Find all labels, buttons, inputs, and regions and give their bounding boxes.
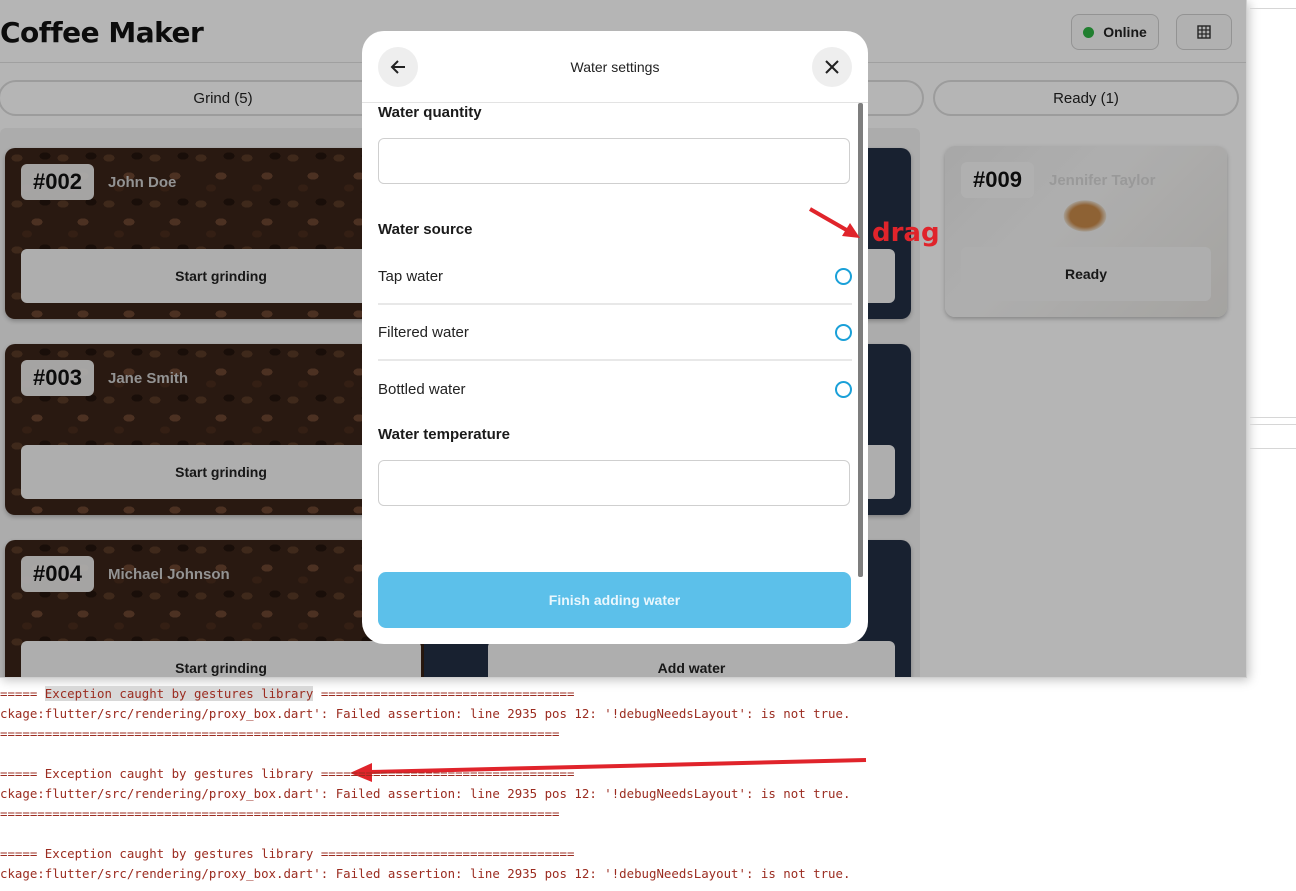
console-line: ckage:flutter/src/rendering/proxy_box.da…: [0, 786, 851, 801]
console-line: ===== Exception caught by gestures libra…: [0, 766, 575, 781]
console-line: ===== Exception caught by gestures libra…: [0, 846, 575, 861]
console-line: ========================================…: [0, 726, 560, 741]
console-line: ===== Exception caught by gestures libra…: [0, 686, 575, 701]
drag-annotation-label: drag: [872, 218, 940, 248]
drag-arrow-icon: [350, 207, 867, 782]
console-line: ckage:flutter/src/rendering/proxy_box.da…: [0, 706, 851, 721]
console-line: ========================================…: [0, 806, 560, 821]
console-line: ckage:flutter/src/rendering/proxy_box.da…: [0, 866, 851, 881]
